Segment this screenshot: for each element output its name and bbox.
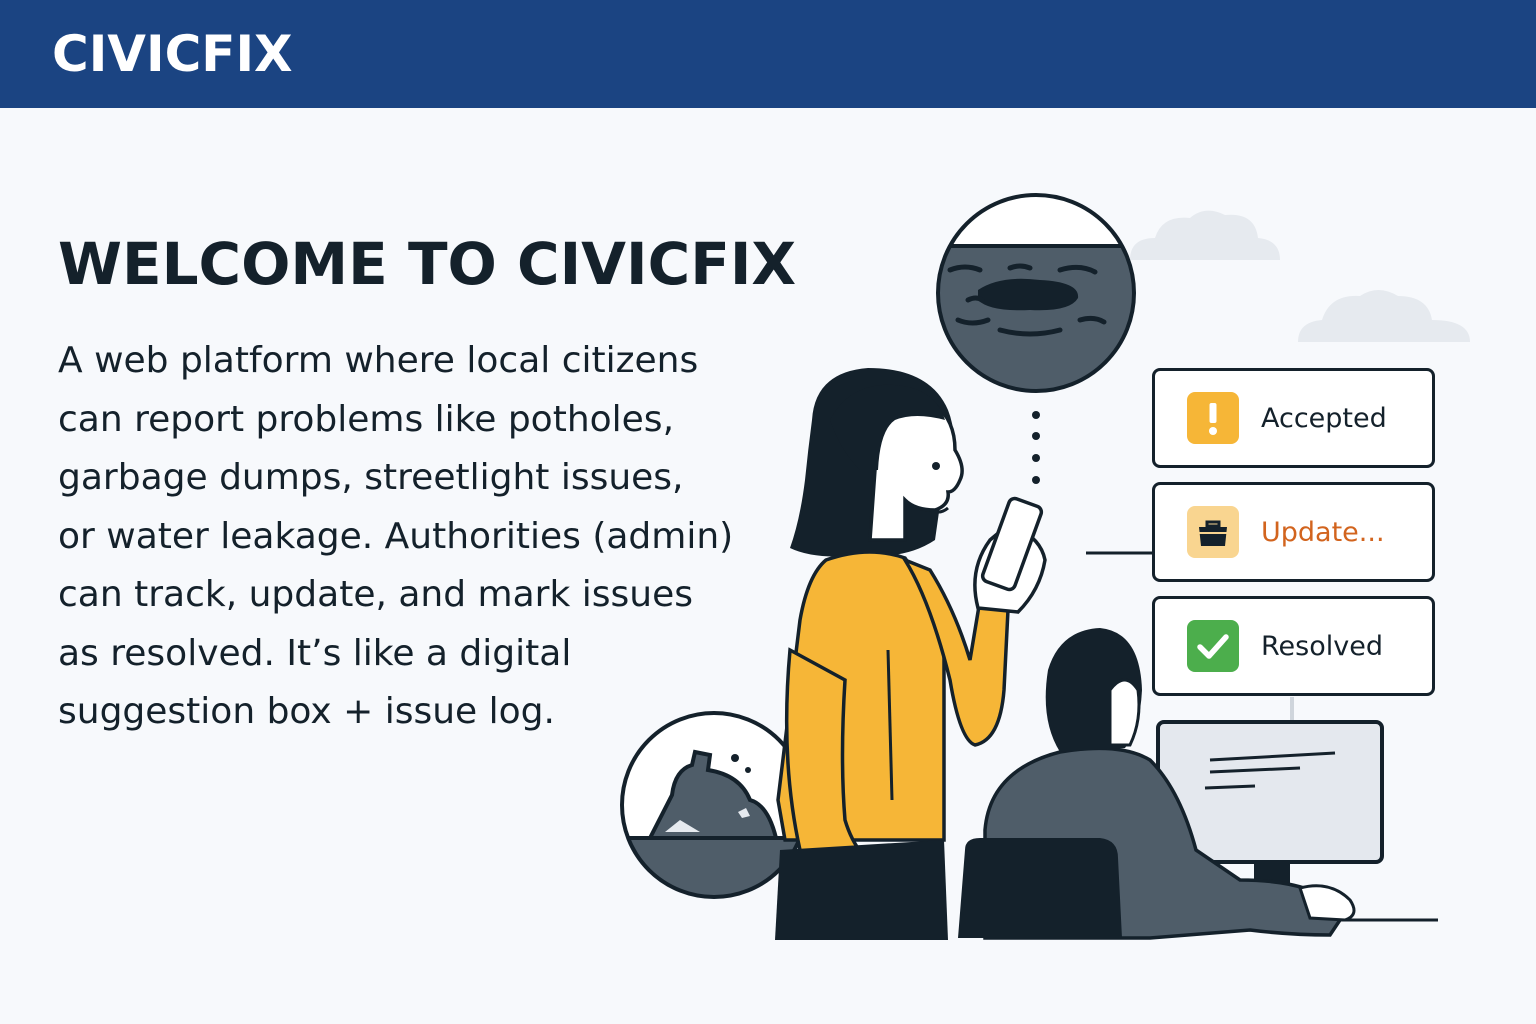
- status-label: Accepted: [1261, 402, 1387, 434]
- status-card-resolved[interactable]: Resolved: [1152, 596, 1435, 696]
- status-label: Update...: [1261, 516, 1385, 548]
- cloud-icon: [1130, 210, 1280, 260]
- connector-dots: [1032, 411, 1040, 484]
- cloud-icon: [1298, 290, 1470, 342]
- status-card-accepted[interactable]: Accepted: [1152, 368, 1435, 468]
- toolbox-icon: [1187, 506, 1239, 558]
- exclamation-icon: [1187, 392, 1239, 444]
- check-icon: [1187, 620, 1239, 672]
- status-card-update[interactable]: Update...: [1152, 482, 1435, 582]
- pothole-icon: [936, 193, 1136, 393]
- status-label: Resolved: [1261, 630, 1383, 662]
